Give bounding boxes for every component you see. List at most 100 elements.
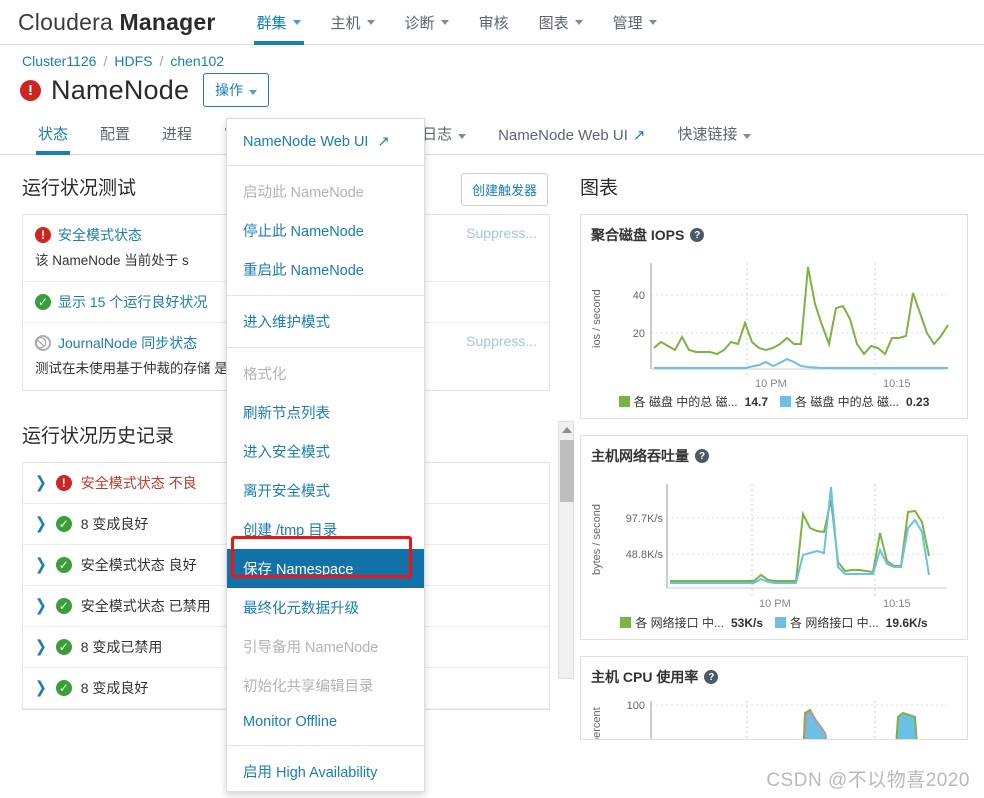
menu-item-refresh-node-list[interactable]: 刷新节点列表 xyxy=(227,393,424,432)
health-test-link[interactable]: JournalNode 同步状态 xyxy=(58,333,197,353)
good-icon: ✓ xyxy=(55,679,72,696)
chart-card-network-throughput[interactable]: 主机网络吞吐量 ? bytes / second 97.7K/s 48.8K/s… xyxy=(580,435,968,640)
menu-item-finalize-metadata-upgrade[interactable]: 最终化元数据升级 xyxy=(227,588,424,627)
chart-title-row: 主机网络吞吐量 ? xyxy=(591,446,957,466)
scroll-up-arrow-icon[interactable] xyxy=(562,426,572,433)
chart-card-disk-iops[interactable]: 聚合磁盘 IOPS ? ios / second 40 20 10 PM 10:… xyxy=(580,214,968,419)
chart-y-axis-label: bytes / second xyxy=(591,504,603,576)
menu-item-restart-namenode[interactable]: 重启此 NameNode xyxy=(227,250,424,289)
chevron-down-icon xyxy=(574,19,583,25)
menu-item-monitor-offline[interactable]: Monitor Offline xyxy=(227,705,424,739)
create-trigger-button[interactable]: 创建触发器 xyxy=(460,173,548,206)
menu-item-enter-safemode[interactable]: 进入安全模式 xyxy=(227,432,424,471)
health-tests-heading: 运行状况测试 xyxy=(22,178,137,199)
legend-value: 14.7 xyxy=(744,395,768,409)
menu-item-enter-maintenance-mode[interactable]: 进入维护模式 xyxy=(227,302,424,341)
nav-item-audits[interactable]: 审核 xyxy=(464,0,524,45)
menu-item-namenode-web-ui[interactable]: NameNode Web UI ↗︎ xyxy=(227,125,424,159)
menu-item-format: 格式化 xyxy=(243,367,287,383)
chart-card-cpu-usage[interactable]: 主机 CPU 使用率 ? percent 100 50 xyxy=(580,656,968,740)
tab-processes[interactable]: 进程 xyxy=(146,123,208,154)
history-row-label: 8 变成良好 xyxy=(80,515,149,532)
legend-swatch-green xyxy=(618,396,630,407)
legend-entry: 各 磁盘 中的总 磁... 0.23 xyxy=(780,393,929,410)
good-icon: ✓ xyxy=(55,556,72,573)
nav-label: 主机 xyxy=(330,14,361,32)
menu-separator xyxy=(227,347,424,348)
suppress-link[interactable]: Suppress... xyxy=(466,225,537,241)
nav-item-clusters[interactable]: 群集 xyxy=(242,0,316,45)
menu-item-create-tmp-dir[interactable]: 创建 /tmp 目录 xyxy=(227,510,424,549)
page-title-row: ! NameNode 操作 xyxy=(0,69,984,107)
chart-y-axis-label: percent xyxy=(591,707,603,740)
top-navigation-bar: Cloudera Manager 群集 主机 诊断 审核 图表 管理 xyxy=(0,0,984,45)
nav-item-charts[interactable]: 图表 xyxy=(524,0,598,45)
nav-item-administration[interactable]: 管理 xyxy=(598,0,672,45)
tab-label: 进程 xyxy=(162,126,193,143)
menu-item-save-namespace[interactable]: 保存 Namespace xyxy=(227,549,424,588)
chart-plot-network: 97.7K/s 48.8K/s 10 PM 10:15 xyxy=(626,484,947,610)
legend-label: 各 网络接口 中... xyxy=(635,616,724,630)
help-icon[interactable]: ? xyxy=(695,449,709,463)
legend-entry: 各 磁盘 中的总 磁... 14.7 xyxy=(618,393,768,410)
error-icon: ! xyxy=(55,474,72,491)
watermark-text: CSDN @不以物喜2020 xyxy=(766,770,970,791)
good-icon: ✓ xyxy=(35,294,51,311)
brand-bold-text: Manager xyxy=(119,8,216,35)
error-badge-icon: ! xyxy=(20,79,41,101)
y-tick-97k: 97.7K/s xyxy=(626,513,664,525)
good-icon: ✓ xyxy=(55,515,72,532)
history-row-label: 安全模式状态 良好 xyxy=(80,556,197,573)
app-brand[interactable]: Cloudera Manager xyxy=(18,9,216,36)
legend-label: 各 磁盘 中的总 磁... xyxy=(633,395,738,409)
good-icon: ✓ xyxy=(55,597,72,614)
menu-item-enable-high-availability[interactable]: 启用 High Availability xyxy=(227,752,424,791)
menu-item-bootstrap-standby-namenode: 引导备用 NameNode xyxy=(243,640,379,656)
health-test-link[interactable]: 显示 15 个运行良好状况 xyxy=(58,292,207,312)
help-icon[interactable]: ? xyxy=(690,228,705,242)
menu-item-stop-namenode[interactable]: 停止此 NameNode xyxy=(227,211,424,250)
chevron-down-icon xyxy=(648,19,657,25)
tab-configuration[interactable]: 配置 xyxy=(84,123,146,154)
brand-light-text: Cloudera xyxy=(18,8,120,35)
suppress-link[interactable]: Suppress... xyxy=(466,333,537,349)
menu-separator xyxy=(227,165,424,166)
help-icon[interactable]: ? xyxy=(704,670,719,684)
chevron-down-icon xyxy=(292,19,301,25)
breadcrumb-service-link[interactable]: HDFS xyxy=(114,53,152,69)
chart-legend-network: 各 网络接口 中... 53K/s 各 网络接口 中... 19.6K/s xyxy=(591,614,957,631)
x-tick-10pm: 10 PM xyxy=(759,598,791,610)
tab-quick-links[interactable]: 快速链接 xyxy=(661,123,767,154)
health-test-link[interactable]: 安全模式状态 xyxy=(58,225,142,245)
legend-swatch-green xyxy=(620,617,632,628)
history-scrollbar[interactable] xyxy=(558,420,574,679)
actions-button-label: 操作 xyxy=(215,82,244,98)
tab-namenode-web-ui[interactable]: NameNode Web UI ↗︎ xyxy=(482,126,661,154)
legend-value: 53K/s xyxy=(730,616,763,630)
tab-label: NameNode Web UI xyxy=(498,127,628,144)
nav-label: 诊断 xyxy=(404,14,435,32)
nav-item-diagnostics[interactable]: 诊断 xyxy=(390,0,464,45)
actions-dropdown-button[interactable]: 操作 xyxy=(203,73,270,107)
breadcrumb-host-link[interactable]: chen102 xyxy=(170,53,224,69)
error-icon: ! xyxy=(35,227,51,243)
nav-label: 管理 xyxy=(612,14,643,32)
chevron-right-icon: ❯ xyxy=(35,513,47,533)
menu-item-label: NameNode Web UI xyxy=(243,134,369,150)
menu-item-leave-safemode[interactable]: 离开安全模式 xyxy=(227,471,424,510)
legend-label: 各 网络接口 中... xyxy=(790,616,879,630)
chevron-down-icon xyxy=(743,134,752,139)
history-row-label: 8 变成良好 xyxy=(80,679,149,696)
chevron-down-icon xyxy=(440,19,449,25)
history-row-label: 8 变成已禁用 xyxy=(80,638,163,655)
chevron-down-icon xyxy=(366,19,375,25)
tab-status[interactable]: 状态 xyxy=(22,123,84,155)
breadcrumb-cluster-link[interactable]: Cluster1126 xyxy=(22,53,96,69)
breadcrumb: Cluster1126 / HDFS / chen102 xyxy=(0,45,984,69)
nav-label: 图表 xyxy=(538,14,569,32)
nav-item-hosts[interactable]: 主机 xyxy=(316,0,390,45)
disabled-icon: ⃠ xyxy=(35,335,51,352)
scrollbar-thumb[interactable] xyxy=(560,439,574,502)
x-tick-10pm: 10 PM xyxy=(755,378,787,389)
chevron-right-icon: ❯ xyxy=(35,472,47,492)
